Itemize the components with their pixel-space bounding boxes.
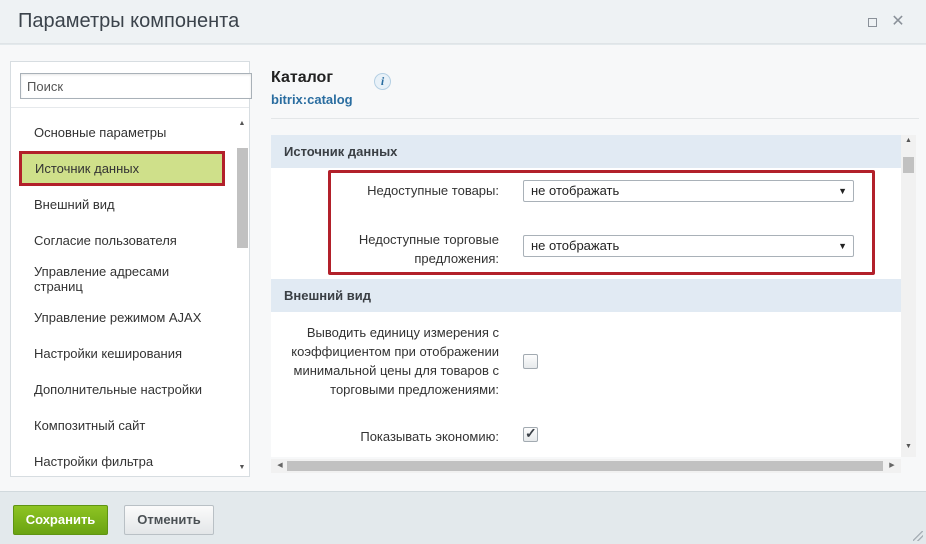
- divider: [11, 107, 249, 108]
- scroll-right-icon[interactable]: ▶: [885, 459, 899, 473]
- sidebar-item-additional[interactable]: Дополнительные настройки: [19, 382, 225, 397]
- checkmark-icon: ✓: [525, 425, 537, 441]
- divider: [271, 118, 919, 119]
- close-icon[interactable]: ✕: [890, 14, 906, 30]
- sidebar: Основные параметры Источник данных Внешн…: [10, 61, 252, 477]
- scroll-down-icon[interactable]: ▼: [901, 441, 916, 453]
- sidebar-item-appearance[interactable]: Внешний вид: [19, 197, 225, 212]
- sidebar-item-main-params[interactable]: Основные параметры: [19, 125, 225, 140]
- highlight-frame: [328, 170, 875, 275]
- properties-panel: Источник данных Недоступные товары: не о…: [271, 135, 901, 457]
- show-discount-checkbox[interactable]: ✓: [523, 425, 538, 442]
- info-icon[interactable]: i: [374, 73, 391, 90]
- section-header-data-source: Источник данных: [271, 135, 901, 168]
- sidebar-item-composite[interactable]: Композитный сайт: [19, 418, 225, 433]
- save-button[interactable]: Сохранить: [13, 505, 108, 535]
- sidebar-item-data-source[interactable]: Источник данных: [19, 151, 225, 186]
- scrollbar-thumb[interactable]: [237, 148, 248, 248]
- component-title: Каталог: [271, 69, 333, 86]
- dialog-footer: Сохранить Отменить: [0, 491, 926, 544]
- sidebar-item-filter[interactable]: Настройки фильтра: [19, 454, 225, 469]
- scroll-left-icon[interactable]: ◀: [273, 459, 287, 473]
- section-header-appearance: Внешний вид: [271, 279, 901, 312]
- maximize-icon[interactable]: [864, 14, 880, 30]
- dialog-titlebar: Параметры компонента ✕: [0, 0, 926, 44]
- scroll-down-icon[interactable]: ▼: [235, 462, 249, 474]
- scroll-up-icon[interactable]: ▲: [235, 118, 249, 130]
- search-input[interactable]: [20, 73, 252, 99]
- sidebar-item-user-consent[interactable]: Согласие пользователя: [19, 233, 225, 248]
- field-label-measure-unit: Выводить единицу измерения с коэффициент…: [291, 325, 499, 397]
- field-label-show-discount: Показывать экономию:: [360, 429, 499, 444]
- dialog-title: Параметры компонента: [18, 10, 240, 32]
- scrollbar-thumb[interactable]: [903, 157, 914, 173]
- component-code: bitrix:catalog: [271, 92, 353, 107]
- scroll-up-icon[interactable]: ▲: [901, 135, 916, 147]
- scrollbar-thumb[interactable]: [287, 461, 883, 471]
- dialog-content: Основные параметры Источник данных Внешн…: [0, 45, 926, 491]
- sidebar-scrollbar[interactable]: ▲ ▼: [235, 118, 249, 474]
- properties-horizontal-scrollbar[interactable]: ◀ ▶: [271, 459, 901, 473]
- sidebar-item-ajax-mode[interactable]: Управление режимом AJAX: [19, 310, 225, 325]
- measure-unit-checkbox[interactable]: [523, 354, 538, 369]
- sidebar-item-caching[interactable]: Настройки кеширования: [19, 346, 225, 361]
- cancel-button[interactable]: Отменить: [124, 505, 214, 535]
- resize-grip-icon[interactable]: [913, 531, 923, 541]
- properties-vertical-scrollbar[interactable]: ▲ ▼: [901, 135, 916, 457]
- sidebar-item-page-urls[interactable]: Управление адресами страниц: [19, 264, 225, 294]
